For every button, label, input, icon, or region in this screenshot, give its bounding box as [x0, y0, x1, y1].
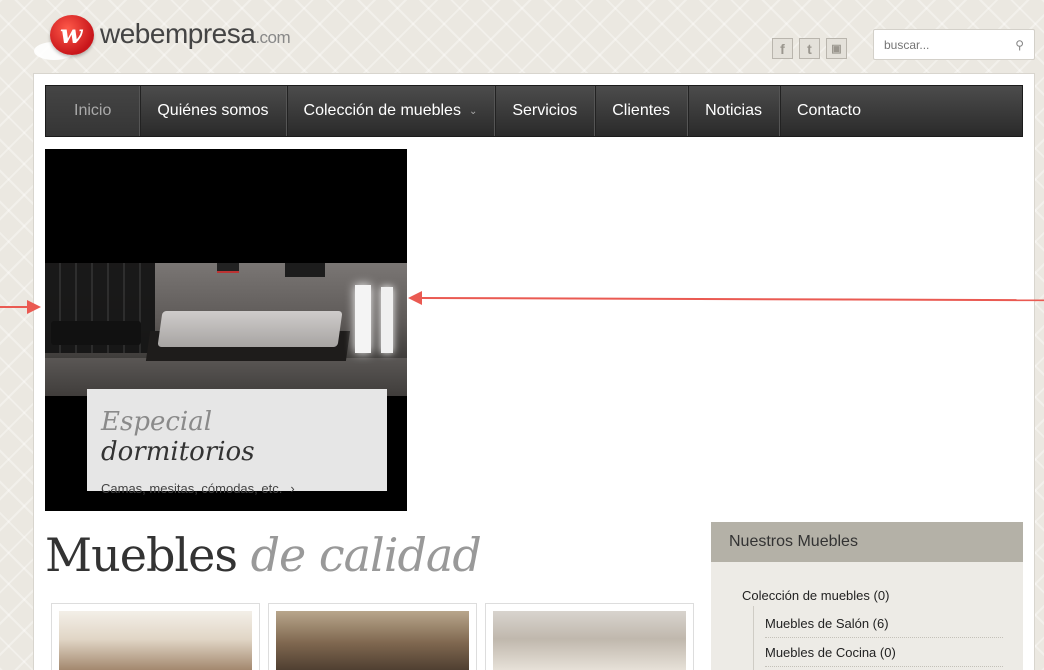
nav-item-clientes[interactable]: Clientes — [595, 86, 689, 136]
chevron-right-icon: › — [290, 481, 295, 496]
social-links: f t ▣ — [772, 38, 847, 59]
annotation-arrow-left-head — [27, 300, 41, 314]
annotation-arrow-right-head — [408, 291, 422, 305]
sidebar-item-salon[interactable]: Muebles de Salón (6) — [765, 616, 1003, 638]
sidebar-menu: Colección de muebles (0) Muebles de Saló… — [711, 562, 1023, 670]
search-box: ⚲ — [873, 29, 1035, 60]
slideshow[interactable]: Especial dormitorios Camas, mesitas, cóm… — [45, 149, 407, 511]
twitter-icon[interactable]: t — [799, 38, 820, 59]
main-nav: Inicio Quiénes somos Colección de mueble… — [45, 85, 1023, 137]
lock-icon[interactable]: ▣ — [826, 38, 847, 59]
sidebar-title: Nuestros Muebles — [711, 522, 1023, 562]
chevron-down-icon: ⌄ — [468, 105, 478, 117]
sidebar-item-cocina[interactable]: Muebles de Cocina (0) — [765, 645, 1003, 667]
product-thumbnail[interactable] — [268, 603, 477, 670]
bedroom-photo — [45, 263, 407, 396]
search-input[interactable] — [884, 37, 1002, 52]
nav-item-coleccion-label: Colección de muebles — [303, 102, 461, 119]
facebook-icon[interactable]: f — [772, 38, 793, 59]
nav-item-noticias[interactable]: Noticias — [688, 86, 780, 136]
nav-item-contacto[interactable]: Contacto — [780, 86, 878, 136]
nav-item-coleccion[interactable]: Colección de muebles ⌄ — [287, 86, 496, 136]
search-icon[interactable]: ⚲ — [1015, 38, 1024, 52]
site-logo[interactable]: w webempresa.com — [34, 14, 291, 60]
nav-item-servicios[interactable]: Servicios — [495, 86, 596, 136]
sidebar-item-coleccion[interactable]: Colección de muebles (0) — [742, 588, 889, 603]
slide-subtitle[interactable]: Camas, mesitas, cómodas, etc. › — [101, 481, 373, 496]
page-title: Muebles de calidad — [45, 528, 482, 582]
product-thumbnail[interactable] — [51, 603, 260, 670]
nav-item-inicio[interactable]: Inicio — [46, 86, 141, 136]
slide-title: Especial dormitorios — [101, 407, 255, 467]
product-thumbnail[interactable] — [485, 603, 694, 670]
logo-text: webempresa.com — [100, 18, 291, 49]
nav-item-quienes-somos[interactable]: Quiénes somos — [140, 86, 287, 136]
annotation-arrow-left-line — [0, 306, 28, 308]
slide-caption[interactable]: Especial dormitorios Camas, mesitas, cóm… — [87, 389, 387, 496]
webempresa-logo-icon: w — [34, 14, 94, 60]
